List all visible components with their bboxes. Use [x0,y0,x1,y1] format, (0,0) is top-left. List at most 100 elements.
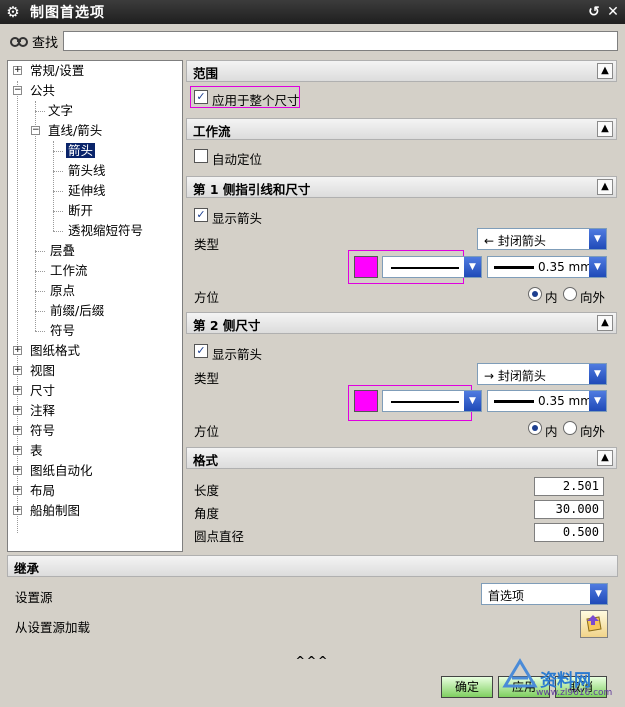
expand-icon[interactable]: + [13,446,22,455]
tree-item-annotation[interactable]: + 注释 [12,401,55,421]
side2-show-arrow-label: 显示箭头 [212,347,263,362]
section-header-format[interactable]: 格式 ▲ [186,447,617,469]
expand-icon[interactable]: + [13,466,22,475]
arrow-left-icon: ← [484,234,495,248]
length-label: 长度 [194,483,220,498]
tree-item-ship-drafting[interactable]: + 船舶制图 [12,501,80,521]
side2-outer-radio[interactable] [563,421,577,435]
section-header-scope[interactable]: 范围 ▲ [186,60,617,82]
window-title: 制图首选项 [30,5,105,21]
settings-panel: 范围 ▲ ✓ 应用于整个尺寸 工作流 ▲ 自动定位 第 1 侧指引线和尺寸 ▲ … [186,60,617,552]
chevron-down-icon[interactable]: ▼ [590,584,607,604]
auto-place-checkbox[interactable] [194,149,208,163]
thick-line-icon [494,400,534,403]
tree-item-common[interactable]: − 公共 [12,81,55,101]
chevron-down-icon[interactable]: ▼ [589,391,606,411]
side1-inner-radio[interactable] [528,287,542,301]
tree-item-layout[interactable]: + 布局 [12,481,55,501]
tree-item-dimension[interactable]: + 尺寸 [12,381,55,401]
tree-item-view[interactable]: + 视图 [12,361,55,381]
side1-show-arrow-label: 显示箭头 [212,211,263,226]
expand-icon[interactable]: + [13,386,22,395]
collapse-section-icon[interactable]: ▲ [597,450,613,466]
expand-icon[interactable]: + [13,366,22,375]
side1-type-select[interactable]: ← 封闭箭头 ▼ [477,228,607,250]
tree-item-symbol-common[interactable]: 符号 [50,321,75,341]
side2-type-label: 类型 [194,371,220,386]
length-input[interactable]: 2.501 [534,477,604,496]
chevron-down-icon[interactable]: ▼ [464,391,481,411]
chevron-down-icon[interactable]: ▼ [589,257,606,277]
expand-icon[interactable]: + [13,486,22,495]
search-label: 查找 [32,35,59,51]
collapse-section-icon[interactable]: ▲ [597,179,613,195]
side2-width-select[interactable]: 0.35 mm ▼ [487,390,607,412]
tree-item-origin[interactable]: 原点 [50,281,75,301]
side1-show-arrow-checkbox[interactable]: ✓ [194,208,208,222]
section-header-side2[interactable]: 第 2 侧尺寸 ▲ [186,312,617,334]
chevron-down-icon[interactable]: ▼ [589,364,606,384]
tree-item-drawing-automation[interactable]: + 图纸自动化 [12,461,93,481]
side2-color-swatch[interactable] [354,390,378,412]
tree-item-arrow-line[interactable]: 箭头线 [68,161,106,181]
solid-line-icon [391,401,459,403]
side1-line-style-select[interactable]: ▼ [382,256,482,278]
section-header-workflow[interactable]: 工作流 ▲ [186,118,617,140]
side1-outer-label: 向外 [580,290,606,305]
settings-source-select[interactable]: 首选项 ▼ [481,583,608,605]
tree-item-arrow[interactable]: 箭头 [66,141,96,161]
dot-diameter-input[interactable]: 0.500 [534,523,604,542]
tree-item-prefix-suffix[interactable]: 前缀/后缀 [50,301,104,321]
expand-icon[interactable]: + [13,506,22,515]
tree-item-lines-arrows[interactable]: − 直线/箭头 [30,121,102,141]
dialog-button-bar: 确定 应用 取消 资料网 www.zl9616.com [0,658,625,707]
tree-item-symbol[interactable]: + 符号 [12,421,55,441]
chevron-down-icon[interactable]: ▼ [464,257,481,277]
load-from-source-button[interactable] [580,610,608,638]
collapse-section-icon[interactable]: ▲ [597,63,613,79]
chevron-down-icon[interactable]: ▼ [589,229,606,249]
watermark-logo-icon [502,658,538,688]
tree-item-foreshorten-symbol[interactable]: 透视缩短符号 [68,221,143,241]
collapse-icon[interactable]: − [13,86,22,95]
close-icon[interactable]: ✕ [604,3,622,21]
solid-line-icon [391,267,459,269]
search-input[interactable] [63,31,618,51]
side1-width-select[interactable]: 0.35 mm ▼ [487,256,607,278]
tree-item-general[interactable]: + 常规/设置 [12,61,84,81]
load-settings-icon [586,615,602,632]
collapse-section-icon[interactable]: ▲ [597,315,613,331]
gear-icon: ⚙ [6,3,20,21]
section-header-inherit[interactable]: 继承 [7,555,618,577]
angle-label: 角度 [194,506,220,521]
side2-inner-radio[interactable] [528,421,542,435]
expand-icon[interactable]: + [13,346,22,355]
side1-color-swatch[interactable] [354,256,378,278]
dot-diameter-label: 圆点直径 [194,529,245,544]
side2-line-style-select[interactable]: ▼ [382,390,482,412]
apply-all-checkbox[interactable]: ✓ [194,90,208,104]
expand-icon[interactable]: + [13,406,22,415]
tree-item-extension-line[interactable]: 延伸线 [68,181,106,201]
section-header-side1[interactable]: 第 1 侧指引线和尺寸 ▲ [186,176,617,198]
side1-outer-radio[interactable] [563,287,577,301]
inherit-section: 继承 设置源 首选项 ▼ 从设置源加载 [7,555,618,650]
tree-item-stacking[interactable]: 层叠 [50,241,75,261]
tree-item-table[interactable]: + 表 [12,441,43,461]
tree-item-drawing-format[interactable]: + 图纸格式 [12,341,80,361]
tree-item-break[interactable]: 断开 [68,201,93,221]
ok-button[interactable]: 确定 [441,676,493,698]
side2-type-select[interactable]: → 封闭箭头 ▼ [477,363,607,385]
collapse-section-icon[interactable]: ▲ [597,121,613,137]
angle-input[interactable]: 30.000 [534,500,604,519]
reset-icon[interactable]: ↺ [585,3,603,21]
side1-orientation-label: 方位 [194,290,220,305]
thick-line-icon [494,266,534,269]
tree-item-text[interactable]: 文字 [48,101,73,121]
expand-icon[interactable]: + [13,66,22,75]
side2-show-arrow-checkbox[interactable]: ✓ [194,344,208,358]
tree-item-workflow[interactable]: 工作流 [50,261,88,281]
title-bar: ⚙ 制图首选项 ↺ ✕ [0,0,625,24]
expand-icon[interactable]: + [13,426,22,435]
collapse-icon[interactable]: − [31,126,40,135]
